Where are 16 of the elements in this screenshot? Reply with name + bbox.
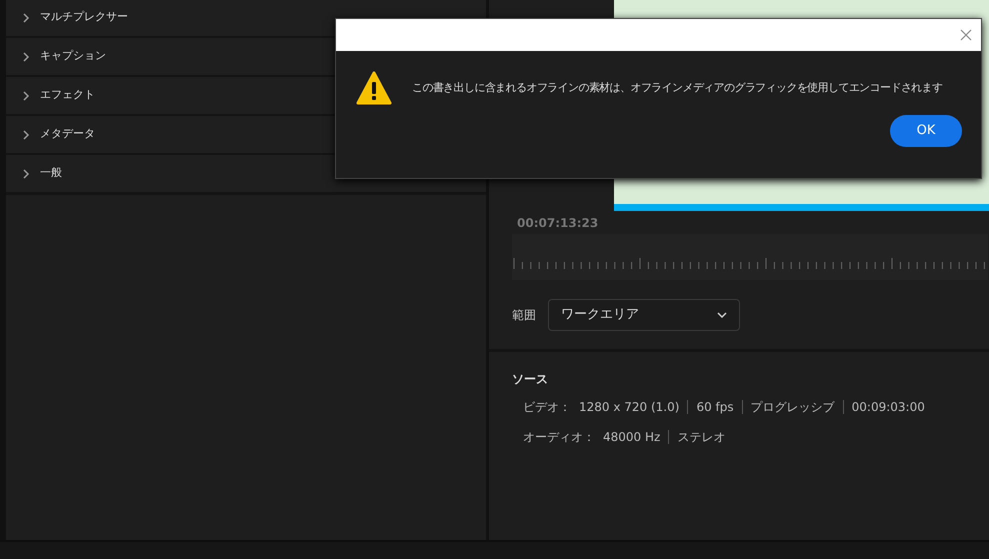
property-value: 48000 Hz [603,429,660,446]
ok-button[interactable]: OK [890,115,962,147]
chevron-down-icon [717,312,727,318]
timecode: 00:07:13:23 [516,215,600,232]
close-icon[interactable] [960,29,972,41]
property-value: ステレオ [677,429,726,446]
warning-icon [356,71,392,105]
property-value: プログレッシブ [750,399,835,416]
property-label: オーディオ： [523,429,595,446]
property-value: 1280 x 720 (1.0) [579,399,680,416]
range-dropdown[interactable]: ワークエリア [548,298,740,330]
range-label: 範囲 [512,306,536,324]
property-label: ビデオ： [523,399,571,416]
source-heading: ソース [512,371,549,388]
property-value: 00:09:03:00 [852,399,925,416]
property-value: 60 fps [696,399,734,416]
